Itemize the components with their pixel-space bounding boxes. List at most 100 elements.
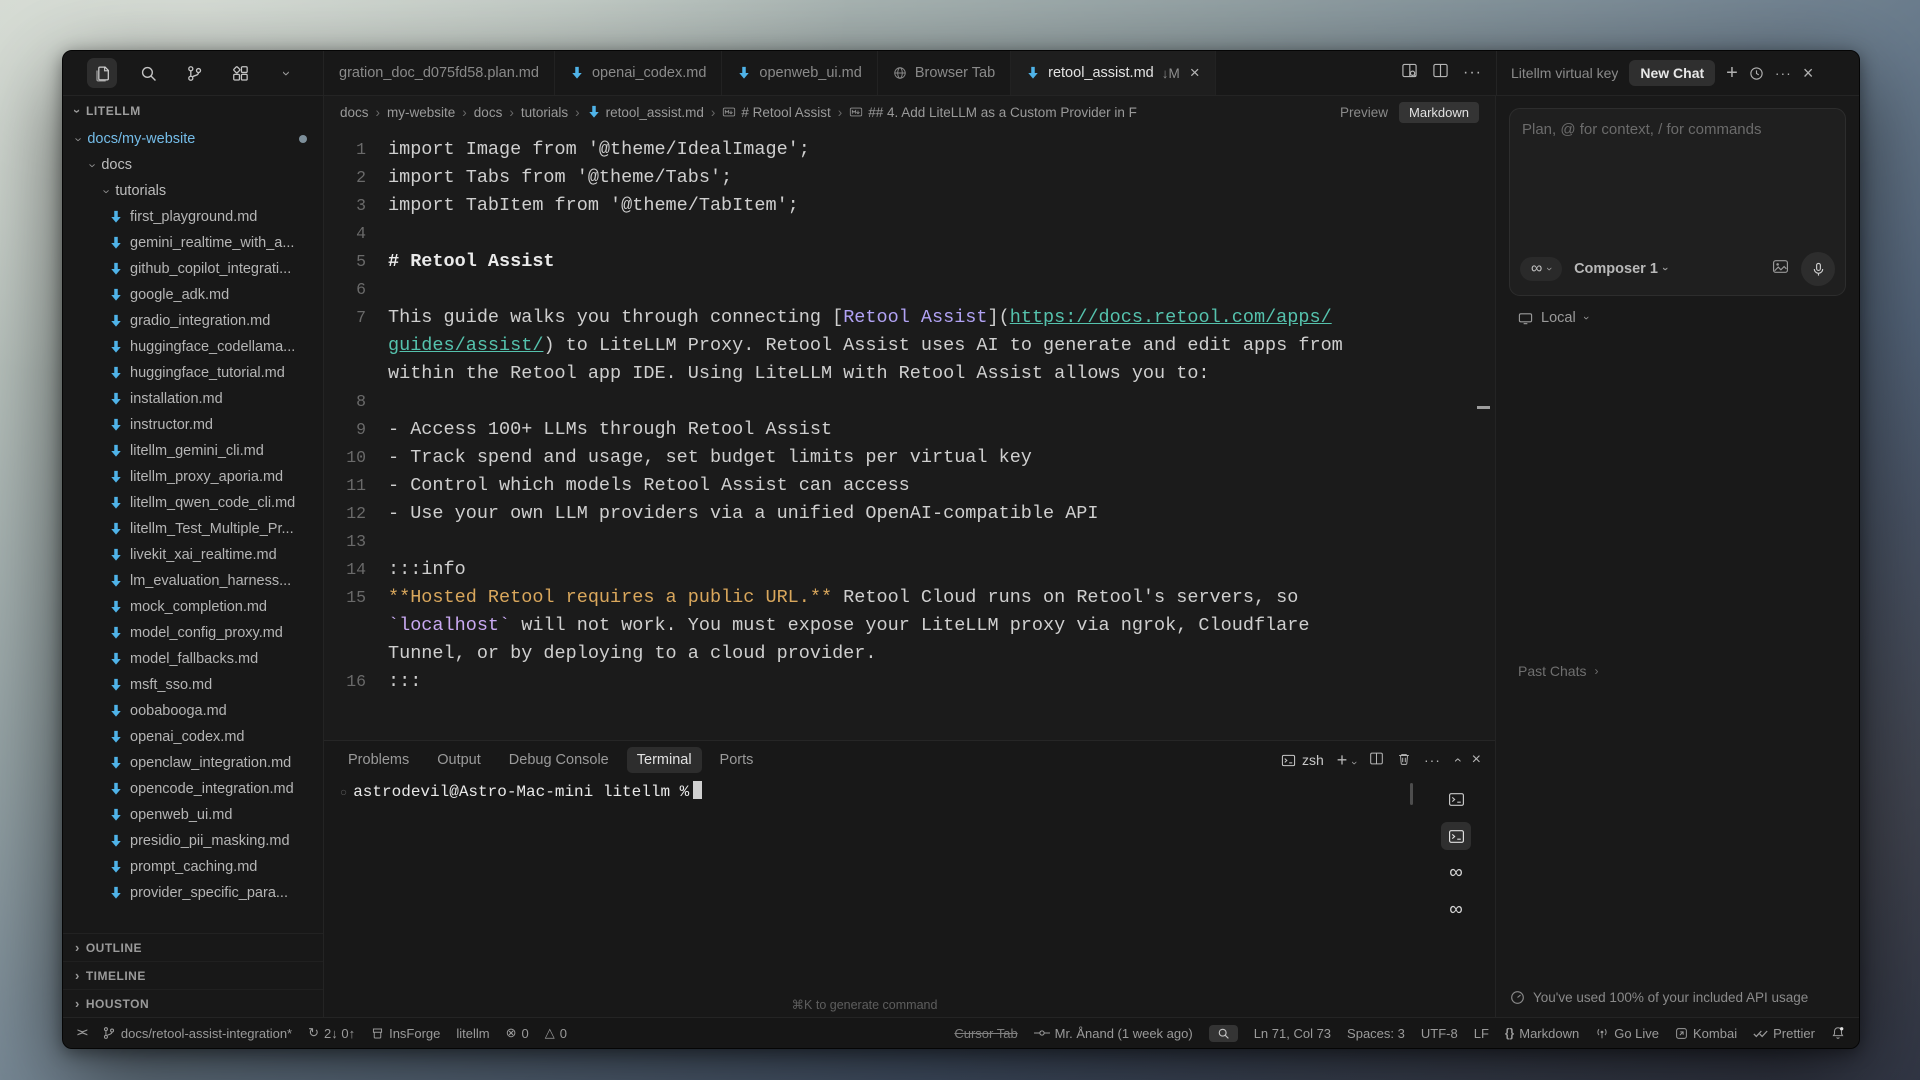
file-item[interactable]: first_playground.md: [63, 204, 323, 230]
preview-button[interactable]: Preview: [1340, 105, 1388, 120]
file-item[interactable]: openai_codex.md: [63, 724, 323, 750]
chat-tab-new[interactable]: New Chat: [1629, 60, 1715, 86]
file-item[interactable]: litellm_proxy_aporia.md: [63, 464, 323, 490]
search-icon[interactable]: [133, 58, 163, 88]
file-item[interactable]: litellm_Test_Multiple_Pr...: [63, 516, 323, 542]
panel-tab-terminal[interactable]: Terminal: [627, 747, 702, 773]
close-tab-icon[interactable]: ×: [1190, 63, 1200, 83]
close-panel-icon[interactable]: ×: [1472, 751, 1481, 769]
section-outline[interactable]: ›OUTLINE: [63, 934, 323, 962]
kill-terminal-icon[interactable]: [1397, 752, 1411, 769]
section-timeline[interactable]: ›TIMELINE: [63, 962, 323, 990]
problems-warnings[interactable]: △0: [545, 1025, 567, 1041]
file-item[interactable]: gradio_integration.md: [63, 308, 323, 334]
breadcrumb-item[interactable]: tutorials: [521, 105, 568, 120]
editor-tab[interactable]: Browser Tab: [878, 51, 1011, 95]
file-item[interactable]: google_adk.md: [63, 282, 323, 308]
cursor-position[interactable]: Ln 71, Col 73: [1254, 1026, 1331, 1041]
eol[interactable]: LF: [1474, 1026, 1489, 1041]
split-editor-search-icon[interactable]: [1401, 62, 1418, 84]
file-item[interactable]: presidio_pii_masking.md: [63, 828, 323, 854]
git-blame[interactable]: Mr. Ånand (1 week ago): [1034, 1026, 1193, 1041]
editor-tab[interactable]: openai_codex.md: [555, 51, 722, 95]
new-chat-plus-icon[interactable]: +: [1726, 63, 1738, 83]
more-actions-icon[interactable]: ···: [1463, 64, 1482, 82]
search-toggle[interactable]: [1209, 1025, 1238, 1042]
breadcrumb-item[interactable]: docs: [340, 105, 369, 120]
panel-tab-problems[interactable]: Problems: [338, 747, 419, 773]
file-item[interactable]: huggingface_codellama...: [63, 334, 323, 360]
chat-history-clock-icon[interactable]: [1749, 66, 1764, 81]
source-control-icon[interactable]: [179, 58, 209, 88]
agent-mode-pill[interactable]: ∞ ›: [1520, 257, 1562, 281]
voice-input-button[interactable]: [1801, 252, 1835, 286]
tree-folder-root[interactable]: › docs/my-website: [63, 126, 323, 152]
terminal-scrollbar[interactable]: [1410, 783, 1413, 805]
litellm-status[interactable]: litellm: [456, 1026, 489, 1041]
agent-terminal-icon[interactable]: ∞: [1441, 896, 1471, 924]
file-item[interactable]: huggingface_tutorial.md: [63, 360, 323, 386]
file-item[interactable]: opencode_integration.md: [63, 776, 323, 802]
environment-selector[interactable]: Local ›: [1496, 296, 1859, 340]
markdown-mode-button[interactable]: Markdown: [1399, 102, 1479, 123]
git-branch[interactable]: docs/retool-assist-integration*: [102, 1026, 292, 1041]
shell-label[interactable]: zsh: [1281, 752, 1324, 768]
past-chats[interactable]: Past Chats ›: [1518, 663, 1598, 679]
problems-errors[interactable]: ⊗0: [506, 1025, 529, 1041]
maximize-panel-icon[interactable]: ›: [1448, 758, 1464, 763]
file-item[interactable]: installation.md: [63, 386, 323, 412]
prettier[interactable]: Prettier: [1753, 1026, 1815, 1041]
explorer-icon[interactable]: [87, 58, 117, 88]
editor-tab[interactable]: gration_doc_d075fd58.plan.md: [324, 51, 555, 95]
split-editor-icon[interactable]: [1432, 62, 1449, 84]
chat-close-icon[interactable]: ×: [1803, 64, 1814, 82]
file-item[interactable]: model_fallbacks.md: [63, 646, 323, 672]
terminal[interactable]: ○astrodevil@Astro-Mac-mini litellm %: [324, 779, 1417, 1017]
chat-input-box[interactable]: Plan, @ for context, / for commands ∞ › …: [1509, 108, 1846, 296]
chat-more-icon[interactable]: ···: [1775, 66, 1792, 80]
encoding[interactable]: UTF-8: [1421, 1026, 1458, 1041]
file-item[interactable]: prompt_caching.md: [63, 854, 323, 880]
new-terminal-icon[interactable]: + ›: [1337, 750, 1356, 771]
breadcrumb-item[interactable]: my-website: [387, 105, 455, 120]
tree-folder-docs[interactable]: › docs: [63, 152, 323, 178]
composer-selector[interactable]: Composer 1 ›: [1574, 261, 1666, 277]
breadcrumb-item[interactable]: retool_assist.md: [587, 105, 704, 120]
file-item[interactable]: oobabooga.md: [63, 698, 323, 724]
file-item[interactable]: provider_specific_para...: [63, 880, 323, 906]
language-mode[interactable]: {}Markdown: [1505, 1026, 1579, 1041]
attach-image-icon[interactable]: [1772, 258, 1789, 280]
code-editor[interactable]: 1import Image from '@theme/IdealImage';2…: [324, 128, 1495, 740]
chat-tab-history[interactable]: Litellm virtual key: [1511, 65, 1618, 81]
cursor-tab[interactable]: Cursor Tab: [954, 1026, 1017, 1041]
file-item[interactable]: instructor.md: [63, 412, 323, 438]
editor-tab[interactable]: retool_assist.md↓M×: [1011, 51, 1216, 95]
file-item[interactable]: gemini_realtime_with_a...: [63, 230, 323, 256]
insforge[interactable]: InsForge: [371, 1026, 440, 1041]
panel-tab-output[interactable]: Output: [427, 747, 491, 773]
go-live[interactable]: Go Live: [1595, 1026, 1659, 1041]
file-item[interactable]: lm_evaluation_harness...: [63, 568, 323, 594]
section-houston[interactable]: ›HOUSTON: [63, 990, 323, 1017]
file-item[interactable]: github_copilot_integrati...: [63, 256, 323, 282]
terminal-session-icon-active[interactable]: [1441, 822, 1471, 850]
file-item[interactable]: model_config_proxy.md: [63, 620, 323, 646]
tree-folder-tutorials[interactable]: › tutorials: [63, 178, 323, 204]
file-item[interactable]: mock_completion.md: [63, 594, 323, 620]
file-item[interactable]: litellm_qwen_code_cli.md: [63, 490, 323, 516]
file-item[interactable]: openweb_ui.md: [63, 802, 323, 828]
git-sync[interactable]: ↻2↓ 0↑: [308, 1025, 355, 1041]
chevron-down-icon[interactable]: ›: [271, 58, 301, 88]
split-terminal-icon[interactable]: [1369, 751, 1384, 769]
breadcrumb-item[interactable]: ## 4. Add LiteLLM as a Custom Provider i…: [849, 105, 1137, 120]
extensions-icon[interactable]: [225, 58, 255, 88]
breadcrumb-item[interactable]: # Retool Assist: [722, 105, 830, 120]
notifications[interactable]: [1831, 1026, 1845, 1040]
panel-tab-ports[interactable]: Ports: [710, 747, 764, 773]
project-header[interactable]: › LITELLM: [63, 96, 323, 126]
indentation[interactable]: Spaces: 3: [1347, 1026, 1405, 1041]
editor-tab[interactable]: openweb_ui.md: [722, 51, 877, 95]
file-item[interactable]: msft_sso.md: [63, 672, 323, 698]
breadcrumb-item[interactable]: docs: [474, 105, 503, 120]
file-item[interactable]: livekit_xai_realtime.md: [63, 542, 323, 568]
